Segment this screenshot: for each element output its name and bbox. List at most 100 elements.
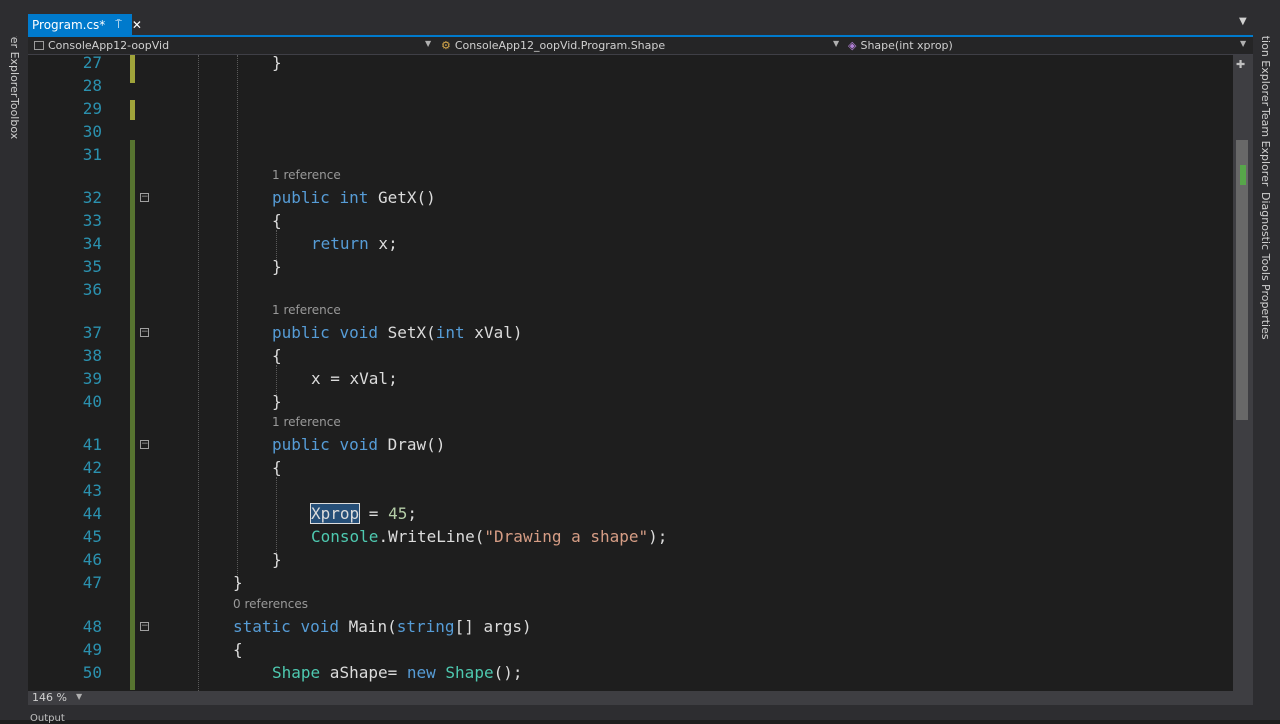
toolbox-tab[interactable]: Toolbox bbox=[8, 98, 21, 139]
code-line: 27 } bbox=[28, 55, 1233, 74]
code-line: 50 Shape aShape= new Shape(); bbox=[28, 661, 1233, 684]
code-line: 39 x = xVal; bbox=[28, 367, 1233, 390]
document-tab-row bbox=[0, 14, 1280, 36]
codelens-references[interactable]: 1 reference bbox=[272, 415, 341, 429]
line-number: 41 bbox=[82, 435, 102, 454]
team-explorer-tab[interactable]: Team Explorer bbox=[1259, 108, 1272, 186]
line-number: 38 bbox=[82, 346, 102, 365]
close-icon[interactable]: ✕ bbox=[132, 18, 142, 32]
code-text: static void Main(string[] args) bbox=[233, 617, 532, 636]
line-number: 42 bbox=[82, 458, 102, 477]
code-line: 36 bbox=[28, 278, 1233, 301]
horizontal-scrollbar[interactable] bbox=[28, 691, 1253, 705]
collapse-icon[interactable]: − bbox=[140, 622, 149, 631]
line-number: 50 bbox=[82, 663, 102, 682]
code-text: x = xVal; bbox=[311, 369, 398, 388]
diagnostic-tools-tab[interactable]: Diagnostic Tools bbox=[1259, 192, 1272, 281]
code-line: 28 bbox=[28, 74, 1233, 97]
code-text: public void SetX(int xVal) bbox=[272, 323, 523, 342]
code-line: 35 } bbox=[28, 255, 1233, 278]
code-text: } bbox=[272, 55, 282, 72]
change-marker bbox=[1240, 165, 1246, 185]
code-text: { bbox=[272, 458, 282, 477]
code-line: 49 { bbox=[28, 638, 1233, 661]
code-line: 45 Console.WriteLine("Drawing a shape"); bbox=[28, 525, 1233, 548]
tab-label: Program.cs* bbox=[32, 17, 106, 32]
line-number: 27 bbox=[82, 55, 102, 72]
code-text: { bbox=[272, 211, 282, 230]
output-tab[interactable]: Output bbox=[30, 713, 65, 724]
codelens-references[interactable]: 1 reference bbox=[272, 303, 341, 317]
line-number: 39 bbox=[82, 369, 102, 388]
tab-overflow-icon[interactable]: ▼ bbox=[1239, 16, 1247, 27]
class-label: ConsoleApp12_oopVid.Program.Shape bbox=[454, 39, 666, 52]
line-number: 45 bbox=[82, 527, 102, 546]
code-text: { bbox=[272, 346, 282, 365]
code-line: 29 bbox=[28, 97, 1233, 120]
collapse-icon[interactable]: − bbox=[140, 193, 149, 202]
class-dropdown[interactable]: ⚙ ConsoleApp12_oopVid.Program.Shape bbox=[441, 37, 841, 54]
code-line: 43 bbox=[28, 479, 1233, 502]
chevron-down-icon: ▼ bbox=[425, 39, 432, 48]
chevron-down-icon: ▼ bbox=[833, 39, 840, 48]
code-line: 31 bbox=[28, 143, 1233, 166]
member-label: Shape(int xprop) bbox=[860, 39, 953, 52]
code-line: 42 { bbox=[28, 456, 1233, 479]
chevron-down-icon: ▼ bbox=[1240, 39, 1247, 48]
line-number: 46 bbox=[82, 550, 102, 569]
codelens-references[interactable]: 0 references bbox=[233, 597, 308, 611]
code-text: return x; bbox=[311, 234, 398, 253]
code-line: 32 − public int GetX() bbox=[28, 186, 1233, 209]
line-number: 33 bbox=[82, 211, 102, 230]
code-line: 46 } bbox=[28, 548, 1233, 571]
collapse-icon[interactable]: − bbox=[140, 328, 149, 337]
line-number: 44 bbox=[82, 504, 102, 523]
project-icon bbox=[34, 41, 44, 50]
code-line: 41 − public void Draw() bbox=[28, 433, 1233, 456]
split-icon[interactable]: ✚ bbox=[1236, 58, 1245, 71]
line-number: 36 bbox=[82, 280, 102, 299]
line-number: 29 bbox=[82, 99, 102, 118]
line-number: 48 bbox=[82, 617, 102, 636]
codelens-references[interactable]: 1 reference bbox=[272, 168, 341, 182]
bottom-panel-strip bbox=[0, 705, 1280, 720]
tab-program-cs[interactable]: Program.cs* ⍑ ✕ bbox=[28, 14, 142, 35]
code-line: 30 bbox=[28, 120, 1233, 143]
right-tool-strip: Solution Explorer Team Explorer Diagnost… bbox=[1253, 0, 1280, 720]
code-text: public void Draw() bbox=[272, 435, 446, 454]
project-label: ConsoleApp12-oopVid bbox=[48, 39, 170, 52]
code-editor[interactable]: 27 } 28 29 30 31 1 reference 32 − public… bbox=[28, 55, 1233, 691]
code-text: } bbox=[272, 392, 282, 411]
toolbar-strip bbox=[0, 0, 1280, 14]
code-text: } bbox=[272, 257, 282, 276]
project-dropdown[interactable]: ConsoleApp12-oopVid bbox=[34, 37, 434, 54]
code-line: 40 } bbox=[28, 390, 1233, 413]
code-text: } bbox=[233, 573, 243, 592]
code-line: 33 { bbox=[28, 209, 1233, 232]
pin-icon[interactable]: ⍑ bbox=[115, 18, 122, 32]
code-text: Console.WriteLine("Drawing a shape"); bbox=[311, 527, 668, 546]
line-number: 40 bbox=[82, 392, 102, 411]
code-text: public int GetX() bbox=[272, 188, 436, 207]
selected-identifier: Xprop bbox=[309, 503, 361, 524]
collapse-icon[interactable]: − bbox=[140, 440, 149, 449]
line-number: 31 bbox=[82, 145, 102, 164]
code-line: 38 { bbox=[28, 344, 1233, 367]
method-icon: ◈ bbox=[848, 39, 857, 52]
class-icon: ⚙ bbox=[441, 39, 451, 52]
code-line: 34 return x; bbox=[28, 232, 1233, 255]
properties-tab[interactable]: Properties bbox=[1259, 284, 1272, 340]
code-line: 44 Xprop = 45; bbox=[28, 502, 1233, 525]
code-line: 37 − public void SetX(int xVal) bbox=[28, 321, 1233, 344]
left-tool-strip: Server Explorer Toolbox bbox=[0, 0, 28, 720]
line-number: 34 bbox=[82, 234, 102, 253]
line-number: 28 bbox=[82, 76, 102, 95]
code-text: Shape aShape= new Shape(); bbox=[272, 663, 523, 682]
line-number: 35 bbox=[82, 257, 102, 276]
zoom-level[interactable]: 146 % bbox=[32, 691, 67, 704]
line-number: 43 bbox=[82, 481, 102, 500]
chevron-down-icon[interactable]: ▼ bbox=[76, 692, 82, 701]
line-number: 49 bbox=[82, 640, 102, 659]
member-dropdown[interactable]: ◈ Shape(int xprop) bbox=[848, 37, 1238, 54]
code-text: Xprop = 45; bbox=[309, 503, 417, 524]
